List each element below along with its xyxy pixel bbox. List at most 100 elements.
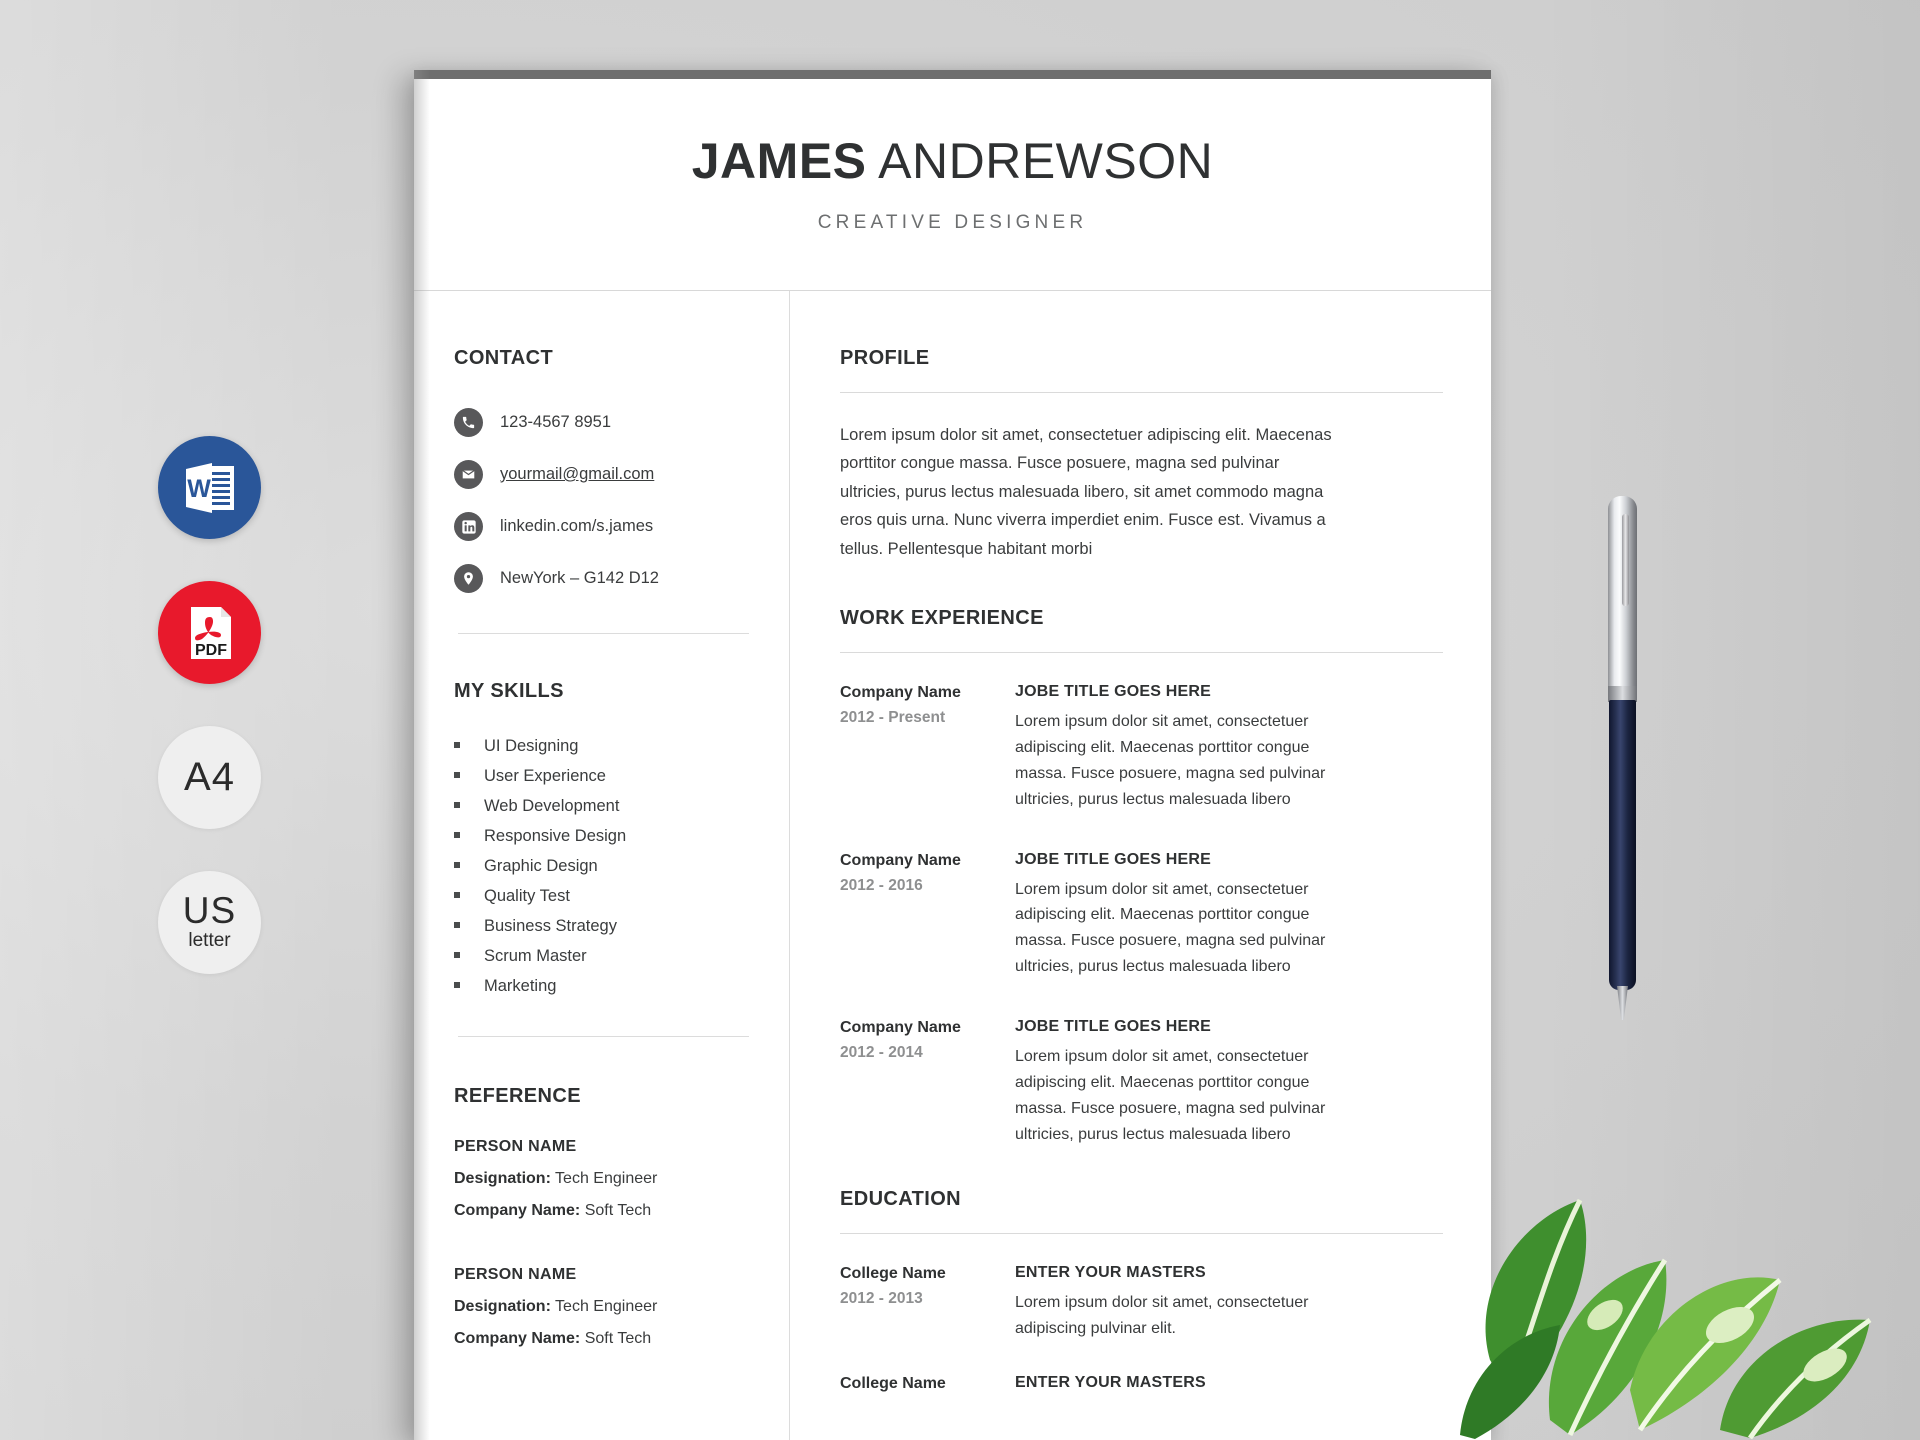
education-meta: College Name [840, 1374, 1015, 1400]
reference-item: PERSON NAME Designation: Tech Engineer C… [454, 1138, 753, 1220]
envelope-icon [454, 460, 483, 489]
skills-section: MY SKILLS UI Designing User Experience W… [454, 680, 753, 996]
word-doc-icon: W [185, 462, 234, 513]
skill-label: User Experience [484, 767, 606, 785]
list-item: Quality Test [454, 887, 753, 906]
work-experience-section: WORK EXPERIENCE Company Name 2012 - Pres… [840, 607, 1443, 1148]
bullet-square-icon [454, 862, 460, 868]
list-item: Graphic Design [454, 857, 753, 876]
experience-company: Company Name [840, 683, 961, 701]
last-name: ANDREWSON [878, 132, 1214, 189]
list-item: User Experience [454, 767, 753, 786]
word-badge[interactable]: W [158, 436, 261, 539]
education-college: College Name [840, 1264, 946, 1282]
sidebar-column: CONTACT 123-4567 8951 yourmail@gmail.com [414, 291, 790, 1440]
education-title: ENTER YOUR MASTERS [1015, 1263, 1206, 1281]
contact-item-linkedin[interactable]: linkedin.com/s.james [454, 512, 753, 541]
reference-designation-label: Designation: [454, 1170, 551, 1187]
pdf-badge[interactable]: PDF [158, 581, 261, 684]
main-column: PROFILE Lorem ipsum dolor sit amet, cons… [790, 291, 1491, 1440]
linkedin-icon [454, 512, 483, 541]
experience-description: Lorem ipsum dolor sit amet, consectetuer… [1015, 1048, 1326, 1143]
bullet-square-icon [454, 892, 460, 898]
profile-heading: PROFILE [840, 347, 930, 369]
experience-detail: JOBE TITLE GOES HERE Lorem ipsum dolor s… [1015, 1018, 1443, 1148]
us-letter-badge-sub: letter [188, 930, 231, 952]
reference-designation-value: Tech Engineer [555, 1298, 658, 1315]
education-entry: College Name ENTER YOUR MASTERS [840, 1374, 1443, 1400]
skills-list: UI Designing User Experience Web Develop… [454, 737, 753, 996]
page-top-bar [414, 70, 1491, 79]
bullet-square-icon [454, 742, 460, 748]
experience-detail: JOBE TITLE GOES HERE Lorem ipsum dolor s… [1015, 851, 1443, 981]
reference-heading: REFERENCE [454, 1085, 581, 1107]
job-role: CREATIVE DESIGNER [817, 211, 1088, 233]
contact-location-value: NewYork – G142 D12 [500, 569, 659, 587]
reference-designation-label: Designation: [454, 1298, 551, 1315]
experience-title: JOBE TITLE GOES HERE [1015, 682, 1212, 700]
sidebar-divider-2 [458, 1036, 749, 1037]
bullet-square-icon [454, 772, 460, 778]
resume-body: CONTACT 123-4567 8951 yourmail@gmail.com [414, 291, 1491, 1440]
contact-item-email[interactable]: yourmail@gmail.com [454, 460, 753, 489]
work-experience-heading: WORK EXPERIENCE [840, 606, 1044, 629]
experience-entry: Company Name 2012 - Present JOBE TITLE G… [840, 683, 1443, 813]
contact-phone-value: 123-4567 8951 [500, 413, 612, 431]
education-description: Lorem ipsum dolor sit amet, consectetuer… [1015, 1293, 1309, 1337]
skill-label: UI Designing [484, 737, 579, 755]
bullet-square-icon [454, 922, 460, 928]
education-meta: College Name 2012 - 2013 [840, 1264, 1015, 1342]
contact-list: 123-4567 8951 yourmail@gmail.com linkedi… [454, 408, 753, 593]
contact-section: CONTACT 123-4567 8951 yourmail@gmail.com [454, 347, 753, 593]
experience-entry: Company Name 2012 - 2016 JOBE TITLE GOES… [840, 851, 1443, 981]
skill-label: Quality Test [484, 887, 570, 905]
first-name: JAMES [691, 132, 867, 189]
svg-text:PDF: PDF [195, 642, 227, 659]
reference-company: Company Name: Soft Tech [454, 1330, 753, 1348]
list-item: Business Strategy [454, 917, 753, 936]
education-title: ENTER YOUR MASTERS [1015, 1373, 1206, 1391]
skill-label: Web Development [484, 797, 620, 815]
reference-company-value: Soft Tech [584, 1202, 652, 1219]
pen-tip [1617, 986, 1628, 1020]
reference-person-name: PERSON NAME [454, 1138, 577, 1155]
pen-clip [1622, 514, 1629, 606]
skill-label: Scrum Master [484, 947, 587, 965]
skill-label: Business Strategy [484, 917, 617, 935]
list-item: Marketing [454, 977, 753, 996]
reference-item: PERSON NAME Designation: Tech Engineer C… [454, 1266, 753, 1348]
contact-item-location[interactable]: NewYork – G142 D12 [454, 564, 753, 593]
contact-item-phone[interactable]: 123-4567 8951 [454, 408, 753, 437]
work-experience-rule [840, 651, 1443, 653]
education-section: EDUCATION College Name 2012 - 2013 ENTER… [840, 1188, 1443, 1400]
experience-title: JOBE TITLE GOES HERE [1015, 850, 1212, 868]
skill-label: Marketing [484, 977, 557, 995]
us-letter-badge[interactable]: US letter [158, 871, 261, 974]
education-detail: ENTER YOUR MASTERS Lorem ipsum dolor sit… [1015, 1264, 1443, 1342]
map-pin-icon [454, 564, 483, 593]
reference-section: REFERENCE PERSON NAME Designation: Tech … [454, 1085, 753, 1348]
profile-section: PROFILE Lorem ipsum dolor sit amet, cons… [840, 347, 1443, 563]
experience-date: 2012 - Present [840, 708, 946, 726]
education-heading: EDUCATION [840, 1187, 962, 1210]
pen-barrel [1609, 700, 1636, 990]
reference-company-label: Company Name: [454, 1202, 581, 1219]
reference-designation: Designation: Tech Engineer [454, 1298, 753, 1316]
plant-decoration [1430, 1060, 1920, 1440]
pen-decoration [1600, 488, 1644, 1038]
education-entry: College Name 2012 - 2013 ENTER YOUR MAST… [840, 1264, 1443, 1342]
list-item: Responsive Design [454, 827, 753, 846]
resume-page[interactable]: JAMES ANDREWSON CREATIVE DESIGNER CONTAC… [414, 70, 1491, 1440]
experience-description: Lorem ipsum dolor sit amet, consectetuer… [1015, 880, 1326, 976]
sidebar-divider-1 [458, 633, 749, 634]
contact-email-value[interactable]: yourmail@gmail.com [500, 465, 654, 484]
experience-description: Lorem ipsum dolor sit amet, consectetuer… [1015, 712, 1326, 808]
bullet-square-icon [454, 802, 460, 808]
contact-linkedin-value: linkedin.com/s.james [500, 517, 654, 535]
a4-badge[interactable]: A4 [158, 726, 261, 829]
skill-label: Graphic Design [484, 857, 598, 875]
bullet-square-icon [454, 832, 460, 838]
education-college: College Name [840, 1374, 946, 1392]
bullet-square-icon [454, 952, 460, 958]
list-item: Scrum Master [454, 947, 753, 966]
